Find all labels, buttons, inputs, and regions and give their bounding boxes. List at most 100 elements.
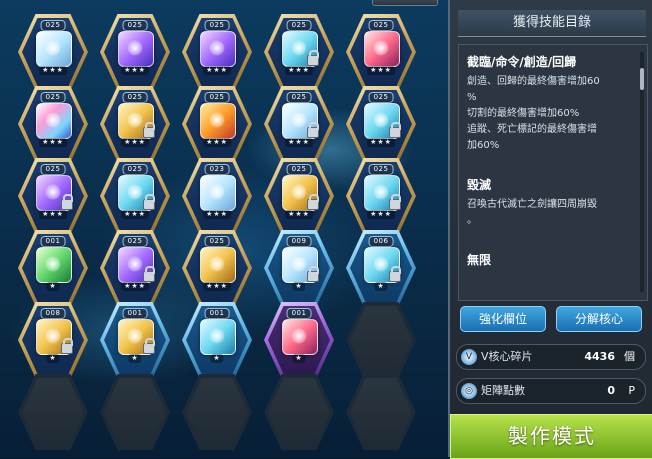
- core-slot[interactable]: 001 ★: [18, 230, 88, 306]
- core-star-rating: ★: [128, 354, 142, 363]
- skill-icon: [282, 319, 318, 355]
- core-slot[interactable]: 025 ★★★: [18, 86, 88, 162]
- empty-core-slot[interactable]: [346, 302, 416, 378]
- core-level-badge: 001: [286, 308, 312, 319]
- core-star-rating: ★: [292, 354, 306, 363]
- matrix-points-row: ◎ 矩陣點數 0 P: [456, 378, 646, 404]
- core-level-badge: 025: [122, 92, 148, 103]
- core-slot-frame: [268, 378, 330, 446]
- core-slot[interactable]: 025 ★★★: [264, 158, 334, 234]
- core-slot[interactable]: 025 ★★★: [182, 86, 252, 162]
- core-star-rating: ★: [46, 354, 60, 363]
- empty-core-slot[interactable]: [18, 374, 88, 450]
- empty-core-slot[interactable]: [182, 374, 252, 450]
- skill-name: 截臨/命令/創造/回歸: [467, 55, 577, 69]
- core-star-rating: ★★★: [203, 138, 231, 147]
- skill-entry: 無限: [459, 233, 647, 276]
- skill-icon: [36, 247, 72, 283]
- core-star-rating: ★★★: [39, 210, 67, 219]
- skill-icon: [118, 31, 154, 67]
- core-slot[interactable]: 025 ★★★: [182, 14, 252, 90]
- lock-icon: [61, 338, 73, 354]
- skill-entry: 截臨/命令/創造/回歸 創造、回歸的最終傷害增加60 % 切割的最終傷害增加60…: [459, 45, 647, 158]
- craft-mode-button[interactable]: 製作模式: [450, 414, 652, 459]
- matrix-unit: P: [628, 384, 635, 397]
- core-star-rating: ★★★: [367, 210, 395, 219]
- core-slot[interactable]: 025 ★★★: [346, 14, 416, 90]
- core-star-rating: ★: [46, 282, 60, 291]
- core-level-badge: 025: [368, 92, 394, 103]
- core-slot[interactable]: 025 ★★★: [100, 86, 170, 162]
- core-star-rating: ★: [292, 282, 306, 291]
- core-star-rating: ★★★: [285, 66, 313, 75]
- core-level-badge: 001: [40, 236, 66, 247]
- core-slot[interactable]: 023 ★★★: [182, 158, 252, 234]
- skill-icon: [364, 31, 400, 67]
- core-level-badge: 025: [204, 20, 230, 31]
- core-star-rating: ★★★: [203, 210, 231, 219]
- core-level-badge: 025: [204, 92, 230, 103]
- v-core-icon: V: [461, 349, 477, 365]
- lock-icon: [307, 50, 319, 66]
- core-star-rating: ★★★: [285, 210, 313, 219]
- core-star-rating: ★★★: [203, 66, 231, 75]
- skill-icon: [200, 103, 236, 139]
- core-level-badge: 025: [40, 92, 66, 103]
- skill-desc: 創造、回歸的最終傷害增加60 % 切割的最終傷害增加60% 追蹤、死亡標記的最終…: [467, 76, 600, 151]
- enhance-slot-button[interactable]: 強化欄位: [460, 306, 546, 332]
- shards-label: V核心碎片: [481, 350, 533, 363]
- core-level-badge: 025: [122, 164, 148, 175]
- core-slot[interactable]: 025 ★★★: [100, 158, 170, 234]
- core-level-badge: 001: [122, 308, 148, 319]
- core-slot[interactable]: 001 ★: [100, 302, 170, 378]
- core-star-rating: ★★★: [285, 138, 313, 147]
- core-slot[interactable]: 025 ★★★: [100, 14, 170, 90]
- scroll-thumb[interactable]: [640, 68, 644, 90]
- core-slot[interactable]: 001 ★: [182, 302, 252, 378]
- core-level-badge: 025: [40, 20, 66, 31]
- top-tab-edge[interactable]: [372, 0, 438, 6]
- core-slot[interactable]: 001 ★: [264, 302, 334, 378]
- skill-icon: [200, 319, 236, 355]
- core-slot[interactable]: 025 ★★★: [346, 158, 416, 234]
- skill-list[interactable]: 截臨/命令/創造/回歸 創造、回歸的最終傷害增加60 % 切割的最終傷害增加60…: [458, 44, 648, 301]
- empty-core-slot[interactable]: [346, 374, 416, 450]
- core-level-badge: 025: [122, 20, 148, 31]
- scrollbar[interactable]: [640, 52, 644, 292]
- core-star-rating: ★: [374, 282, 388, 291]
- empty-core-slot[interactable]: [264, 374, 334, 450]
- lock-icon: [143, 338, 155, 354]
- v-core-shards-row: V V核心碎片 4436 個: [456, 344, 646, 370]
- skill-name: 毀滅: [467, 178, 492, 192]
- core-slot[interactable]: 025 ★★★: [264, 86, 334, 162]
- core-slot[interactable]: 006 ★: [346, 230, 416, 306]
- panel-title: 獲得技能目錄: [458, 10, 646, 37]
- core-slot[interactable]: 008 ★: [18, 302, 88, 378]
- core-slot-frame: [350, 378, 412, 446]
- core-slot[interactable]: 025 ★★★: [264, 14, 334, 90]
- skill-icon: [200, 31, 236, 67]
- core-star-rating: ★★★: [121, 66, 149, 75]
- skill-name: 無限: [467, 253, 492, 267]
- core-star-rating: ★★★: [367, 66, 395, 75]
- core-slot-frame: [104, 378, 166, 446]
- core-slot[interactable]: 025 ★★★: [182, 230, 252, 306]
- core-level-badge: 006: [368, 236, 394, 247]
- empty-core-slot[interactable]: [100, 374, 170, 450]
- skill-icon: [200, 175, 236, 211]
- core-star-rating: ★★★: [367, 138, 395, 147]
- disassemble-core-button[interactable]: 分解核心: [556, 306, 642, 332]
- core-slot[interactable]: 025 ★★★: [18, 14, 88, 90]
- core-level-badge: 008: [40, 308, 66, 319]
- core-slot[interactable]: 025 ★★★: [346, 86, 416, 162]
- lock-icon: [389, 266, 401, 282]
- core-level-badge: 001: [204, 308, 230, 319]
- core-slot[interactable]: 025 ★★★: [100, 230, 170, 306]
- core-slot[interactable]: 009 ★: [264, 230, 334, 306]
- lock-icon: [143, 266, 155, 282]
- core-level-badge: 025: [368, 164, 394, 175]
- core-slot[interactable]: 025 ★★★: [18, 158, 88, 234]
- core-level-badge: 025: [40, 164, 66, 175]
- shards-unit: 個: [624, 350, 635, 363]
- lock-icon: [307, 266, 319, 282]
